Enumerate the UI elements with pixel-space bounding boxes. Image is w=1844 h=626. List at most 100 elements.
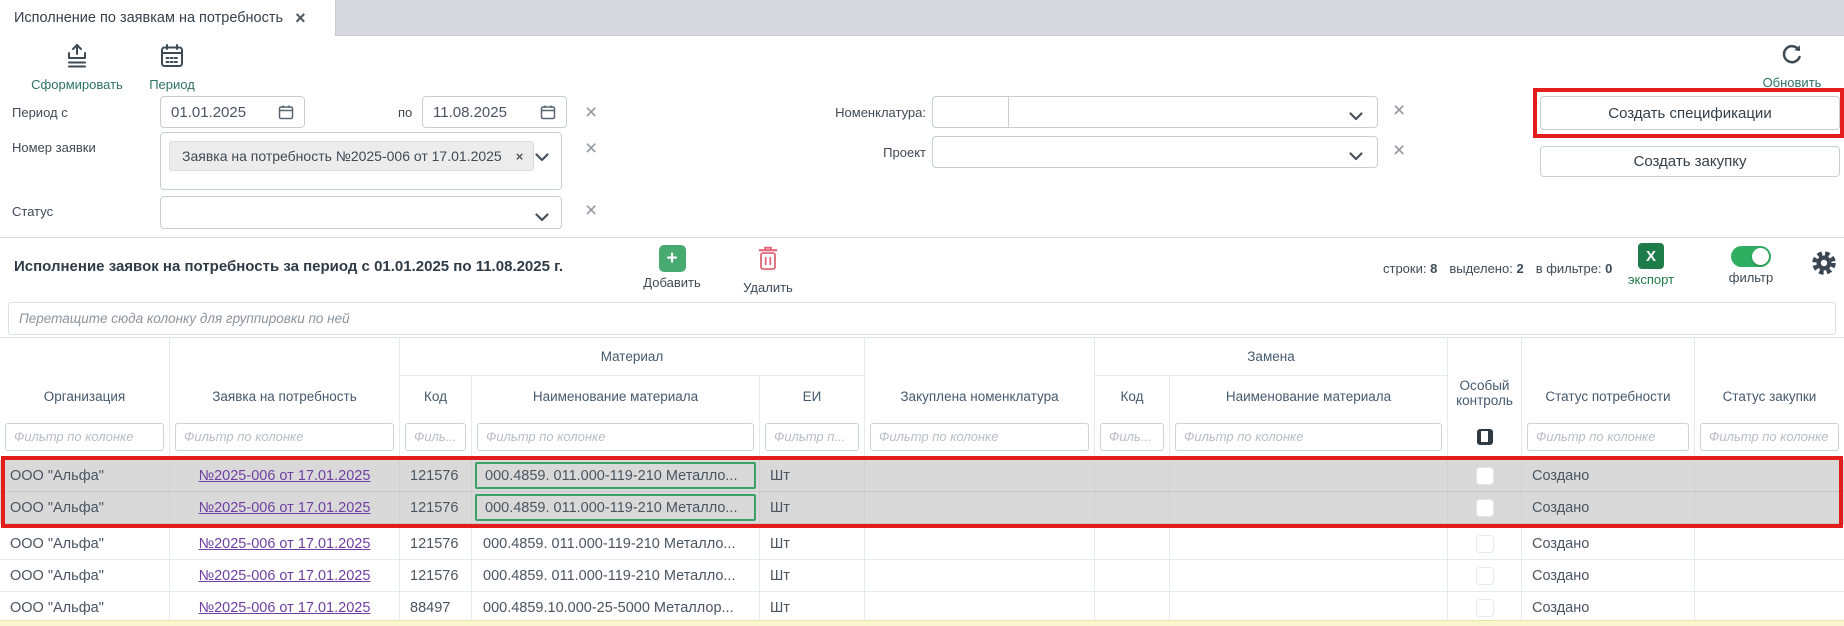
cell-material: 000.4859.10.000-25-5000 Металлор... (475, 594, 756, 621)
panel-divider (0, 237, 1844, 238)
request-chip[interactable]: Заявка на потребность №2025-006 от 17.01… (169, 141, 534, 171)
generate-button[interactable]: Сформировать (22, 42, 132, 92)
project-select[interactable] (932, 136, 1378, 168)
table-row[interactable]: ООО "Альфа" №2025-006 от 17.01.2025 1215… (0, 528, 1844, 560)
filtered-count-value: 0 (1605, 261, 1612, 276)
special-control-checkbox[interactable] (1476, 599, 1494, 617)
table-row[interactable]: ООО "Альфа" №2025-006 от 17.01.2025 1215… (0, 492, 1844, 524)
cell-status-purchase (1695, 460, 1844, 491)
column-header-special-control[interactable]: Особый контроль (1448, 338, 1522, 416)
period-button[interactable]: Период (140, 42, 204, 92)
cell-code: 121576 (400, 560, 472, 591)
refresh-button[interactable]: Обновить (1752, 42, 1832, 90)
clear-status-icon[interactable]: × (585, 200, 597, 221)
tab-active[interactable]: Исполнение по заявкам на потребность × (0, 0, 336, 36)
cell-unit: Шт (760, 592, 865, 623)
export-button[interactable]: X экспорт (1618, 243, 1684, 287)
status-label: Статус (12, 204, 53, 219)
chip-remove-icon[interactable]: × (516, 149, 524, 164)
nomenclature-select[interactable] (932, 96, 1378, 128)
filter-toggle[interactable] (1731, 246, 1771, 267)
export-label: экспорт (1628, 272, 1674, 287)
column-header-material-name[interactable]: Наименование материала (472, 376, 760, 416)
filter-input-material[interactable] (477, 423, 754, 451)
table-body: ООО "Альфа" №2025-006 от 17.01.2025 1215… (0, 456, 1844, 626)
request-link[interactable]: №2025-006 от 17.01.2025 (199, 536, 371, 552)
excel-export-icon: X (1638, 243, 1664, 269)
cell-unit: Шт (760, 460, 865, 491)
column-header-purchased[interactable]: Закуплена номенклатура (865, 338, 1095, 416)
filter-input-request[interactable] (175, 423, 394, 451)
filter-toggle-group[interactable]: фильтр (1718, 246, 1784, 285)
filter-input-purchased[interactable] (870, 423, 1089, 451)
request-number-select[interactable]: Заявка на потребность №2025-006 от 17.01… (160, 132, 562, 190)
table-row[interactable]: ООО "Альфа" №2025-006 от 17.01.2025 1215… (0, 460, 1844, 492)
request-link[interactable]: №2025-006 от 17.01.2025 (199, 468, 371, 484)
chevron-down-icon[interactable] (1349, 148, 1363, 166)
column-header-unit[interactable]: ЕИ (760, 376, 865, 416)
plus-icon: + (659, 245, 686, 272)
period-to-input[interactable] (422, 96, 567, 128)
tab-bar: Исполнение по заявкам на потребность × (0, 0, 1844, 36)
add-button[interactable]: + Добавить (634, 245, 710, 290)
cell-code: 121576 (400, 492, 472, 523)
period-to-label: по (398, 105, 412, 120)
filter-input-unit[interactable] (765, 423, 859, 451)
cell-unit: Шт (760, 492, 865, 523)
cell-status-need: Создано (1522, 560, 1695, 591)
cell-material2 (1170, 460, 1448, 491)
refresh-icon (1779, 42, 1805, 73)
column-header-code[interactable]: Код (400, 376, 472, 416)
project-label: Проект (826, 145, 926, 160)
add-label: Добавить (643, 275, 700, 290)
clear-period-icon[interactable]: × (585, 102, 597, 123)
column-header-status-need[interactable]: Статус потребности (1522, 338, 1695, 416)
cell-unit: Шт (760, 528, 865, 559)
column-header-material-name2[interactable]: Наименование материала (1170, 376, 1448, 416)
filter-input-code2[interactable] (1100, 423, 1164, 451)
cell-purchased (865, 492, 1095, 523)
filter-input-status-purchase[interactable] (1700, 423, 1839, 451)
filter-toggle-label: фильтр (1729, 270, 1773, 285)
filter-input-status-need[interactable] (1527, 423, 1689, 451)
column-header-status-purchase[interactable]: Статус закупки (1695, 338, 1844, 416)
cell-status-need: Создано (1522, 492, 1695, 523)
cell-purchased (865, 560, 1095, 591)
special-control-filter-checkbox[interactable] (1477, 429, 1493, 445)
request-link[interactable]: №2025-006 от 17.01.2025 (199, 600, 371, 616)
cell-code2 (1095, 492, 1170, 523)
special-control-checkbox[interactable] (1476, 567, 1494, 585)
cell-code2 (1095, 528, 1170, 559)
request-link[interactable]: №2025-006 от 17.01.2025 (199, 500, 371, 516)
tab-close-icon[interactable]: × (295, 9, 306, 27)
special-control-checkbox[interactable] (1476, 535, 1494, 553)
chevron-down-icon[interactable] (1349, 108, 1363, 126)
filter-input-organization[interactable] (5, 423, 164, 451)
calendar-icon (158, 42, 186, 75)
request-link[interactable]: №2025-006 от 17.01.2025 (199, 568, 371, 584)
clear-nomenclature-icon[interactable]: × (1393, 100, 1405, 121)
special-control-checkbox[interactable] (1476, 499, 1494, 517)
rows-count-value: 8 (1430, 261, 1437, 276)
gear-icon[interactable] (1810, 249, 1838, 282)
column-header-organization[interactable]: Организация (0, 338, 170, 416)
column-header-request[interactable]: Заявка на потребность (170, 338, 400, 416)
create-specifications-button[interactable]: Создать спецификации (1540, 96, 1840, 130)
clear-project-icon[interactable]: × (1393, 140, 1405, 161)
cell-material2 (1170, 492, 1448, 523)
special-control-checkbox[interactable] (1476, 467, 1494, 485)
delete-button[interactable]: Удалить (730, 245, 806, 295)
clear-request-icon[interactable]: × (585, 138, 597, 159)
group-by-dropzone[interactable]: Перетащите сюда колонку для группировки … (8, 302, 1836, 335)
cell-material: 000.4859. 011.000-119-210 Металло... (475, 562, 756, 589)
table-header: Организация Заявка на потребность Матери… (0, 337, 1844, 456)
period-from-input[interactable] (160, 96, 305, 128)
filter-input-code[interactable] (405, 423, 466, 451)
filter-input-material2[interactable] (1175, 423, 1442, 451)
table-row[interactable]: ООО "Альфа" №2025-006 от 17.01.2025 1215… (0, 560, 1844, 592)
create-purchase-button[interactable]: Создать закупку (1540, 146, 1840, 177)
chevron-down-icon[interactable] (535, 209, 549, 227)
column-header-code2[interactable]: Код (1095, 376, 1170, 416)
chevron-down-icon[interactable] (535, 149, 549, 167)
status-select[interactable] (160, 196, 562, 229)
